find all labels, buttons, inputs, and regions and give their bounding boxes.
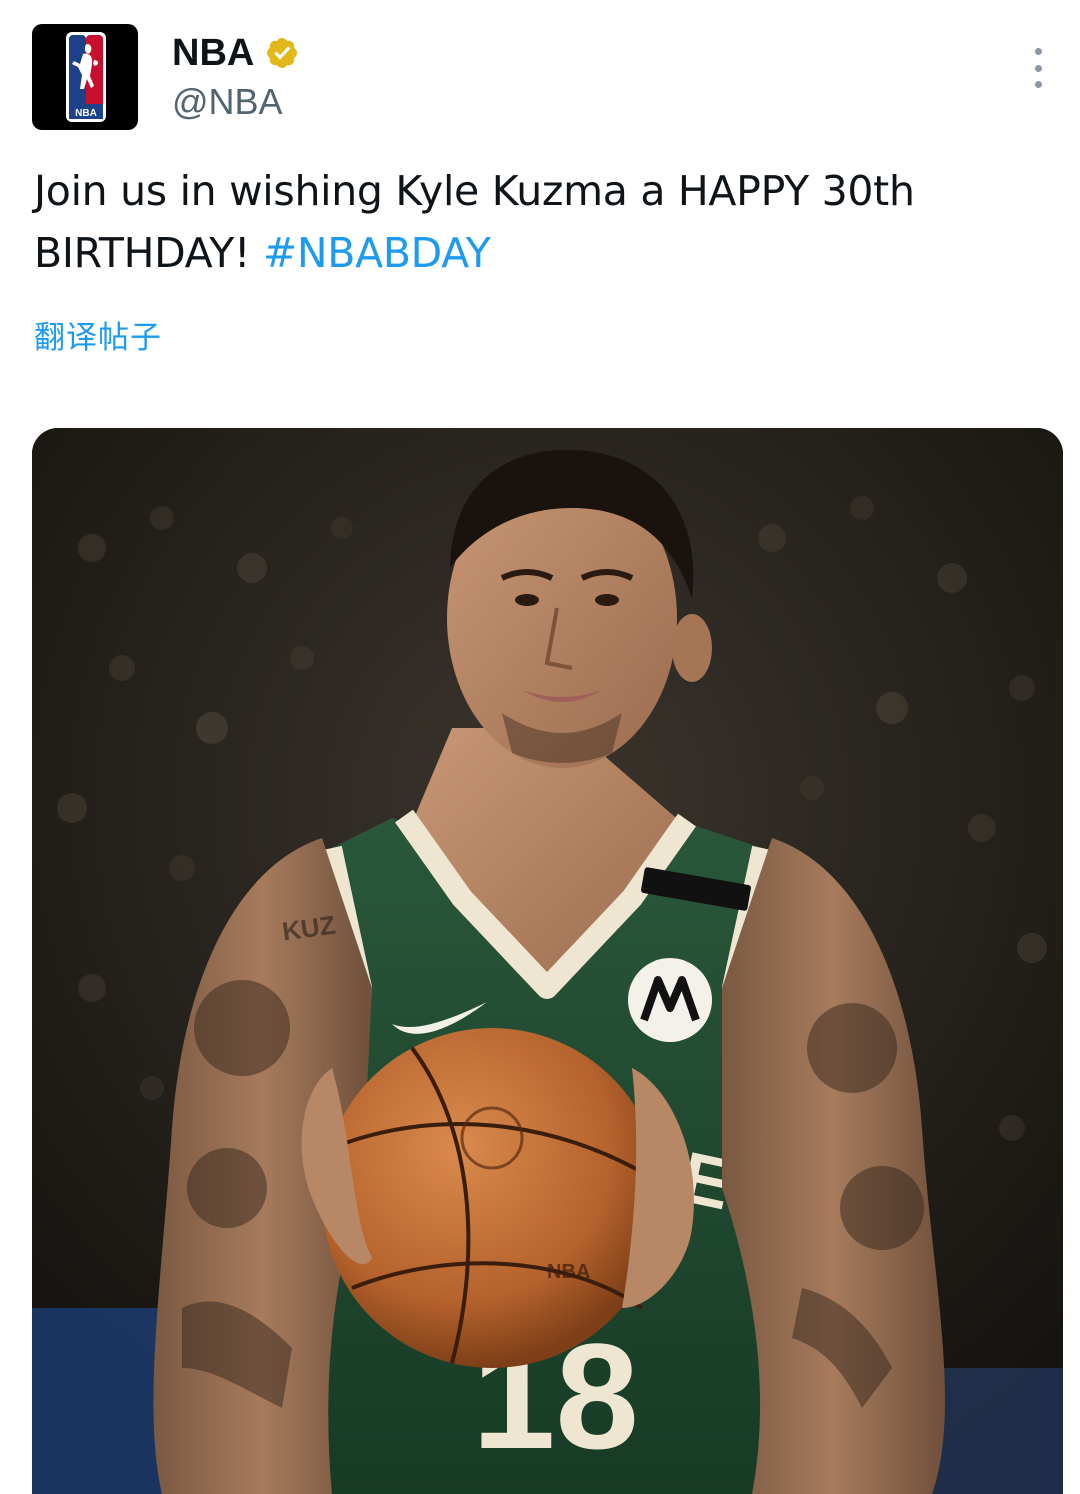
- tweet-photo[interactable]: KEE 18 KUZ NBA: [32, 428, 1063, 1494]
- nba-logo-icon: NBA: [66, 32, 106, 122]
- ball-lettering: NBA: [547, 1261, 590, 1283]
- tweet-header: NBA NBA @NBA: [32, 24, 1048, 132]
- handle[interactable]: @NBA: [172, 80, 283, 123]
- avatar[interactable]: NBA: [32, 24, 138, 130]
- basketball: [322, 1028, 662, 1368]
- tweet-text: Join us in wishing Kyle Kuzma a HAPPY 30…: [34, 160, 1064, 284]
- player-photo: KEE 18 KUZ NBA: [32, 428, 1063, 1494]
- hashtag-link[interactable]: #NBABDAY: [263, 229, 491, 277]
- display-name[interactable]: NBA: [172, 34, 254, 72]
- more-vertical-icon[interactable]: [1028, 48, 1048, 88]
- name-row: NBA: [172, 28, 300, 78]
- nba-logo-text: NBA: [75, 108, 97, 119]
- verified-badge-icon: [267, 38, 298, 68]
- translate-post-link[interactable]: 翻译帖子: [34, 312, 162, 357]
